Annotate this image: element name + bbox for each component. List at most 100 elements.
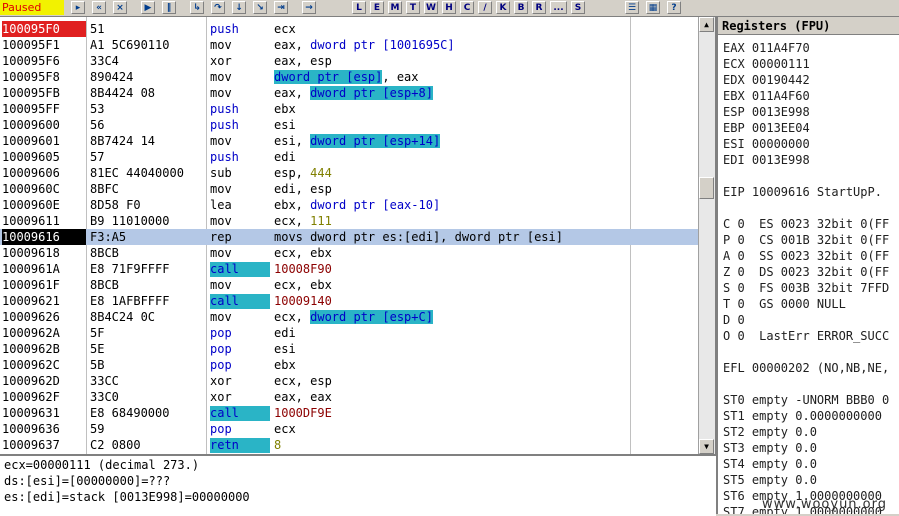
register-line[interactable]: EAX 011A4F70 <box>723 40 810 56</box>
toolbar-letter-button[interactable]: R <box>532 1 546 14</box>
register-line[interactable]: ST0 empty -UNORM BBB0 0 <box>723 392 889 408</box>
toolbar-letter-button[interactable]: E <box>370 1 384 14</box>
register-line[interactable]: ST5 empty 0.0 <box>723 472 817 488</box>
step-into-icon[interactable]: ↳ <box>190 1 204 14</box>
toolbar-letter-button[interactable]: B <box>514 1 528 14</box>
step-over-icon[interactable]: ↷ <box>211 1 225 14</box>
disasm-row[interactable]: 1000962A 5F pop edi <box>0 325 700 341</box>
disasm-row[interactable]: 100095FF 53 push ebx <box>0 101 700 117</box>
instruction-address: 100095FF <box>2 102 60 116</box>
register-line[interactable]: ST3 empty 0.0 <box>723 440 817 456</box>
disasm-row[interactable]: 10009605 57 push edi <box>0 149 700 165</box>
instruction-mnemonic: xor <box>210 390 232 404</box>
scroll-up-icon[interactable]: ▲ <box>699 17 714 32</box>
operand-part: 444 <box>310 166 332 180</box>
operand-part: esi <box>274 118 296 132</box>
instruction-hex: 8B4C24 0C <box>90 310 156 324</box>
toolbar-letter-button[interactable]: K <box>496 1 510 14</box>
register-line[interactable]: A 0 SS 0023 32bit 0(FF <box>723 248 889 264</box>
register-line[interactable]: Z 0 DS 0023 32bit 0(FF <box>723 264 889 280</box>
toolbar-letter-button[interactable]: L <box>352 1 366 14</box>
disasm-row[interactable]: 100095F6 33C4 xor eax, esp <box>0 53 700 69</box>
disasm-row[interactable]: 10009631 E8 68490000 call 1000DF9E <box>0 405 700 421</box>
register-line[interactable]: EFL 00000202 (NO,NB,NE, <box>723 360 889 376</box>
operand-part: 10009140 <box>274 294 332 308</box>
disasm-row[interactable]: 10009601 8B7424 14 mov esi, dword ptr [esp+… <box>0 133 700 149</box>
disasm-row[interactable]: 10009636 59 pop ecx <box>0 421 700 437</box>
instruction-hex: A1 5C690110 <box>90 38 170 52</box>
toolbar-letter-button[interactable]: M <box>388 1 402 14</box>
register-line[interactable]: EDI 0013E998 <box>723 152 810 168</box>
trace-over-icon[interactable]: ↘ <box>253 1 267 14</box>
disasm-row[interactable]: 10009621 E8 1AFBFFFF call 10009140 <box>0 293 700 309</box>
register-line[interactable]: ST4 empty 0.0 <box>723 456 817 472</box>
disasm-row[interactable]: 100095F0 51 push ecx <box>0 21 700 37</box>
disasm-row[interactable]: 100095F8 890424 mov dword ptr [esp], eax <box>0 69 700 85</box>
register-line[interactable]: EDX 00190442 <box>723 72 810 88</box>
scroll-down-icon[interactable]: ▼ <box>699 439 714 454</box>
register-line[interactable]: EBX 011A4F60 <box>723 88 810 104</box>
disasm-row[interactable]: 10009606 81EC 44040000 sub esp, 444 <box>0 165 700 181</box>
trace-into-icon[interactable]: ↓ <box>232 1 246 14</box>
operand-part: esi, <box>274 134 311 148</box>
register-line[interactable]: ECX 00000111 <box>723 56 810 72</box>
disasm-row[interactable]: 1000960E 8D58 F0 lea ebx, dword ptr [eax-10… <box>0 197 700 213</box>
register-line[interactable]: C 0 ES 0023 32bit 0(FF <box>723 216 889 232</box>
instruction-address: 100095F1 <box>2 38 60 52</box>
register-line[interactable]: P 0 CS 001B 32bit 0(FF <box>723 232 889 248</box>
register-line[interactable]: S 0 FS 003B 32bit 7FFD <box>723 280 889 296</box>
disasm-row[interactable]: 10009611 B9 11010000 mov ecx, 111 <box>0 213 700 229</box>
close-icon[interactable]: × <box>113 1 127 14</box>
instruction-hex: B9 11010000 <box>90 214 170 228</box>
toolbar-letter-button[interactable]: W <box>424 1 438 14</box>
toolbar-letter-button[interactable]: ... <box>550 1 567 14</box>
scroll-thumb[interactable] <box>699 177 714 199</box>
registers-pane[interactable]: Registers (FPU) EAX 011A4F70 ECX 00000111… <box>716 17 899 514</box>
operand-part: ebx <box>274 102 296 116</box>
instruction-mnemonic: mov <box>210 310 232 324</box>
disasm-row[interactable]: 1000962F 33C0 xor eax, eax <box>0 389 700 405</box>
disasm-row[interactable]: 1000961F 8BCB mov ecx, ebx <box>0 277 700 293</box>
disasm-row[interactable]: 100095FB 8B4424 08 mov eax, dword ptr [esp+… <box>0 85 700 101</box>
list-icon[interactable]: ☰ <box>625 1 639 14</box>
disasm-row[interactable]: 1000962C 5B pop ebx <box>0 357 700 373</box>
register-line[interactable]: ESI 00000000 <box>723 136 810 152</box>
disasm-row[interactable]: 10009616 F3:A5 rep movs dword ptr es:[edi],… <box>0 229 700 245</box>
disasm-row[interactable]: 1000962D 33CC xor ecx, esp <box>0 373 700 389</box>
run-icon[interactable]: ▶ <box>141 1 155 14</box>
toolbar-letter-button[interactable]: T <box>406 1 420 14</box>
go-to-icon[interactable]: → <box>302 1 316 14</box>
register-line[interactable]: ESP 0013E998 <box>723 104 810 120</box>
disasm-row[interactable]: 10009618 8BCB mov ecx, ebx <box>0 245 700 261</box>
toolbar-letter-button[interactable]: H <box>442 1 456 14</box>
grid-icon[interactable]: ▦ <box>646 1 660 14</box>
disasm-row[interactable]: 10009600 56 push esi <box>0 117 700 133</box>
toolbar-letter-button[interactable]: / <box>478 1 492 14</box>
disasm-row[interactable]: 10009626 8B4C24 0C mov ecx, dword ptr [esp+… <box>0 309 700 325</box>
restart-icon[interactable]: « <box>92 1 106 14</box>
disasm-row[interactable]: 1000962B 5E pop esi <box>0 341 700 357</box>
disassembly-pane[interactable]: 100095F0 51 push ecx 100095F1 A1 5C690110 mov e… <box>0 17 716 454</box>
disasm-row[interactable]: 10009637 C2 0800 retn 8 <box>0 437 700 453</box>
toolbar-letter-button[interactable]: S <box>571 1 585 14</box>
help-icon[interactable]: ? <box>667 1 681 14</box>
register-line[interactable]: T 0 GS 0000 NULL <box>723 296 846 312</box>
pause-icon[interactable]: ‖ <box>162 1 176 14</box>
register-line[interactable]: D 0 <box>723 312 745 328</box>
execute-till-return-icon[interactable]: ⇥ <box>274 1 288 14</box>
register-line[interactable]: EBP 0013EE04 <box>723 120 810 136</box>
register-line[interactable]: ST2 empty 0.0 <box>723 424 817 440</box>
instruction-mnemonic: push <box>210 22 239 36</box>
instruction-hex: 5F <box>90 326 105 340</box>
instruction-hex: 8BCB <box>90 278 119 292</box>
disasm-row[interactable]: 1000960C 8BFC mov edi, esp <box>0 181 700 197</box>
register-line[interactable]: O 0 LastErr ERROR_SUCC <box>723 328 889 344</box>
register-line[interactable]: ST1 empty 0.0000000000 <box>723 408 882 424</box>
disasm-row[interactable]: 100095F1 A1 5C690110 mov eax, dword ptr [10… <box>0 37 700 53</box>
disasm-row[interactable]: 1000961A E8 71F9FFFF call 10008F90 <box>0 261 700 277</box>
disassembly-scrollbar[interactable]: ▲ ▼ <box>698 17 715 454</box>
open-icon[interactable]: ▸ <box>71 1 85 14</box>
toolbar-letter-button[interactable]: C <box>460 1 474 14</box>
register-line[interactable]: EIP 10009616 StartUpP. <box>723 184 882 200</box>
instruction-address: 10009600 <box>2 118 60 132</box>
